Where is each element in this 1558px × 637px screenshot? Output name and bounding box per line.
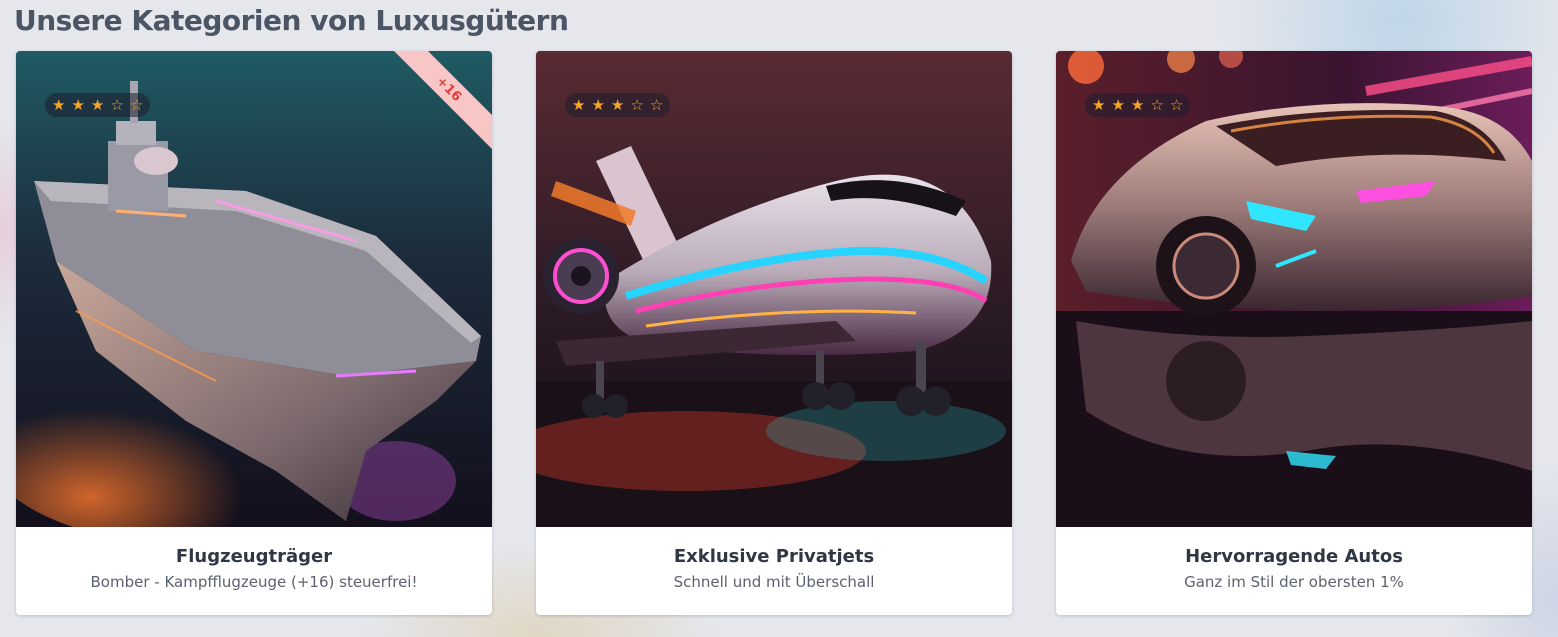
category-card-aircraft-carrier[interactable]: ★ ★ ★ ☆ ☆ +16 Flugzeugträger Bomber - Ka… bbox=[16, 51, 492, 615]
star-empty-icon: ☆ bbox=[649, 95, 664, 114]
star-filled-icon: ★ bbox=[610, 95, 625, 114]
star-filled-icon: ★ bbox=[591, 95, 605, 114]
star-filled-icon: ★ bbox=[52, 95, 66, 114]
star-empty-icon: ☆ bbox=[1169, 95, 1184, 114]
card-body: Exklusive Privatjets Schnell und mit Übe… bbox=[536, 527, 1012, 615]
card-subtitle: Ganz im Stil der obersten 1% bbox=[1184, 573, 1404, 591]
card-body: Flugzeugträger Bomber - Kampfflugzeuge (… bbox=[16, 527, 492, 615]
star-empty-icon: ☆ bbox=[630, 95, 644, 114]
card-title[interactable]: Hervorragende Autos bbox=[1056, 546, 1532, 567]
card-subtitle: Schnell und mit Überschall bbox=[673, 573, 875, 591]
star-filled-icon: ★ bbox=[71, 95, 85, 114]
card-body: Hervorragende Autos Ganz im Stil der obe… bbox=[1056, 527, 1532, 615]
star-empty-icon: ☆ bbox=[129, 95, 144, 114]
star-rating: ★ ★ ★ ☆ ☆ bbox=[45, 93, 151, 117]
page-title: Unsere Kategorien von Luxusgütern bbox=[14, 4, 569, 37]
star-rating: ★ ★ ★ ☆ ☆ bbox=[565, 93, 671, 117]
aircraft-carrier-image[interactable]: ★ ★ ★ ☆ ☆ +16 bbox=[16, 51, 492, 527]
star-empty-icon: ☆ bbox=[1150, 95, 1164, 114]
category-card-private-jets[interactable]: ★ ★ ★ ☆ ☆ Exklusive Privatjets Schnell u… bbox=[536, 51, 1012, 615]
card-title[interactable]: Flugzeugträger bbox=[16, 546, 492, 567]
star-filled-icon: ★ bbox=[1130, 95, 1145, 114]
category-card-sports-cars[interactable]: ★ ★ ★ ☆ ☆ Hervorragende Autos Ganz im St… bbox=[1056, 51, 1532, 615]
star-rating: ★ ★ ★ ☆ ☆ bbox=[1085, 93, 1191, 117]
star-filled-icon: ★ bbox=[1111, 95, 1125, 114]
sports-car-image[interactable]: ★ ★ ★ ☆ ☆ bbox=[1056, 51, 1532, 527]
star-filled-icon: ★ bbox=[572, 95, 586, 114]
private-jet-image[interactable]: ★ ★ ★ ☆ ☆ bbox=[536, 51, 1012, 527]
star-filled-icon: ★ bbox=[1092, 95, 1106, 114]
star-empty-icon: ☆ bbox=[110, 95, 124, 114]
star-filled-icon: ★ bbox=[90, 95, 105, 114]
card-title[interactable]: Exklusive Privatjets bbox=[536, 546, 1012, 567]
card-subtitle: Bomber - Kampfflugzeuge (+16) steuerfrei… bbox=[90, 573, 418, 591]
